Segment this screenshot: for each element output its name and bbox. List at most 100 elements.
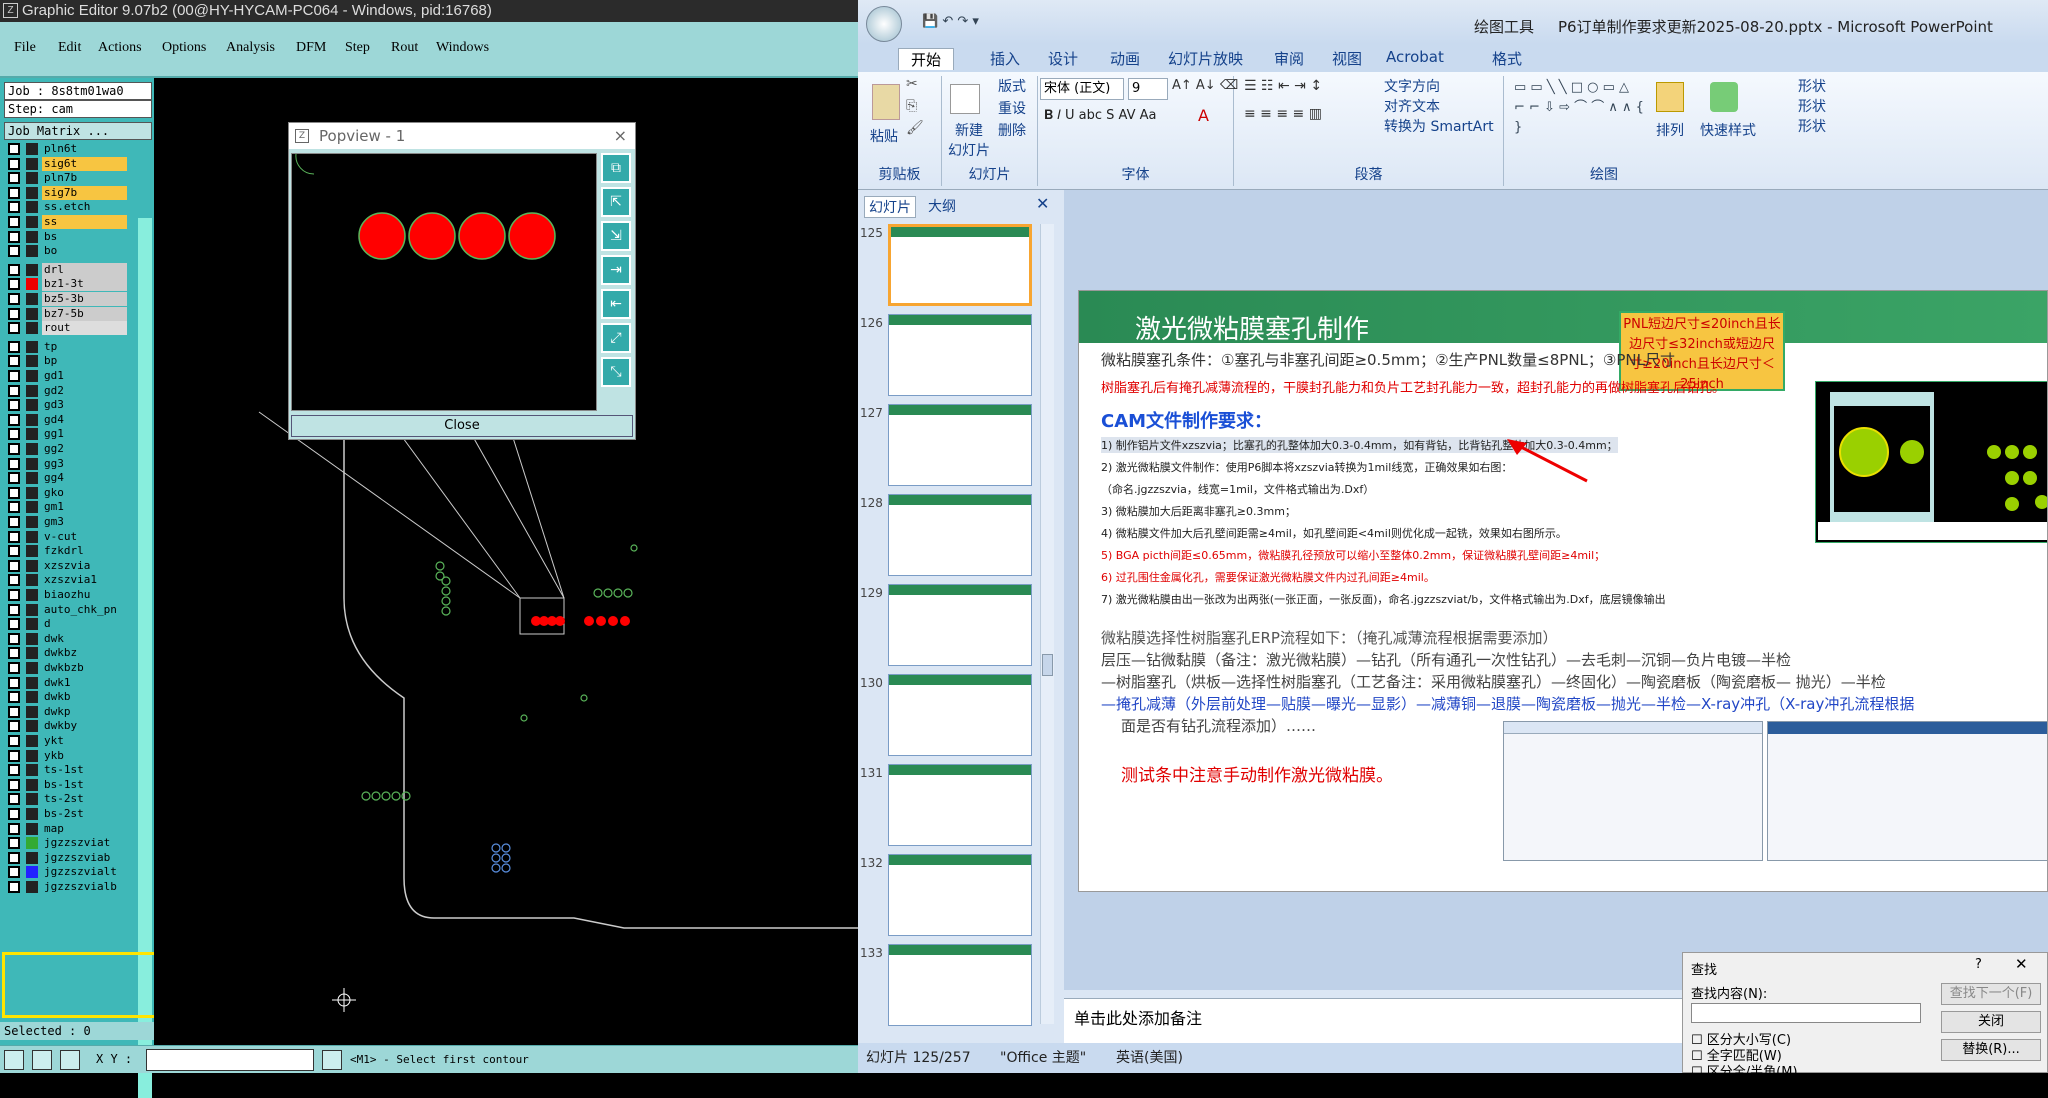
layer-row-ss[interactable]: ss bbox=[4, 215, 127, 229]
layer-label[interactable]: ss.etch bbox=[42, 200, 127, 215]
layer-color-swatch[interactable] bbox=[26, 322, 38, 335]
layer-label[interactable]: gg2 bbox=[42, 442, 127, 456]
layer-label[interactable]: dwkbz bbox=[42, 646, 127, 661]
layer-label[interactable]: gg1 bbox=[42, 427, 127, 442]
layer-color-swatch[interactable] bbox=[26, 384, 38, 397]
shape-outline-button[interactable]: 形状 bbox=[1798, 96, 1826, 116]
layer-checkbox[interactable] bbox=[8, 589, 20, 601]
layer-label[interactable]: ykb bbox=[42, 748, 127, 763]
panel-scrollbar[interactable] bbox=[1040, 224, 1054, 1024]
layer-checkbox[interactable] bbox=[8, 516, 20, 528]
layer-checkbox[interactable] bbox=[8, 793, 20, 806]
layer-row-auto_chk_pn[interactable]: auto_chk_pn bbox=[4, 602, 127, 617]
layer-row-ts-2st[interactable]: ts-2st bbox=[4, 792, 127, 807]
layer-label[interactable]: bo bbox=[42, 244, 127, 259]
popview-tool-5-icon[interactable]: ⇤ bbox=[601, 289, 631, 319]
layer-label[interactable]: jgzzszviat bbox=[42, 836, 127, 851]
layer-row-tp[interactable]: tp bbox=[4, 339, 127, 354]
layer-color-swatch[interactable] bbox=[26, 662, 38, 674]
layer-label[interactable]: dwkby bbox=[42, 719, 127, 734]
slide-thumbnail[interactable] bbox=[888, 674, 1032, 756]
layer-label[interactable]: gko bbox=[42, 485, 127, 500]
layer-label[interactable]: gd2 bbox=[42, 383, 127, 398]
layer-row-xzszvia[interactable]: xzszvia bbox=[4, 558, 127, 573]
layer-row-gko[interactable]: gko bbox=[4, 485, 127, 500]
layer-row-bz1-3t[interactable]: bz1-3t bbox=[4, 277, 127, 292]
tab-slideshow[interactable]: 幻灯片放映 bbox=[1168, 48, 1243, 69]
layer-color-swatch[interactable] bbox=[26, 530, 38, 543]
layer-checkbox[interactable] bbox=[8, 808, 20, 820]
layer-row-gd1[interactable]: gd1 bbox=[4, 369, 127, 383]
job-matrix-button[interactable]: Job Matrix ... bbox=[4, 122, 152, 140]
layer-checkbox[interactable] bbox=[8, 603, 20, 616]
layer-checkbox[interactable] bbox=[8, 384, 20, 397]
new-slide-icon[interactable] bbox=[950, 84, 980, 114]
layer-label[interactable]: dwkp bbox=[42, 704, 127, 719]
menu-step[interactable]: Step bbox=[345, 40, 370, 56]
find-content-input[interactable] bbox=[1691, 1003, 1921, 1023]
popview-canvas[interactable] bbox=[291, 153, 597, 411]
tool-select-icon[interactable] bbox=[4, 1050, 24, 1070]
align-text-button[interactable]: 对齐文本 bbox=[1384, 96, 1440, 116]
layer-row-bs[interactable]: bs bbox=[4, 229, 127, 244]
layer-label[interactable]: rout bbox=[42, 321, 127, 336]
layer-checkbox[interactable] bbox=[8, 307, 20, 320]
layer-color-swatch[interactable] bbox=[26, 837, 38, 850]
layer-label[interactable]: dwkbzb bbox=[42, 661, 127, 675]
layer-row-drl[interactable]: drl bbox=[4, 262, 127, 277]
layer-checkbox[interactable] bbox=[8, 186, 20, 199]
layer-row-gm3[interactable]: gm3 bbox=[4, 515, 127, 529]
help-icon[interactable]: ? bbox=[1975, 957, 1982, 972]
layer-checkbox[interactable] bbox=[8, 340, 20, 353]
layer-row-fzkdrl[interactable]: fzkdrl bbox=[4, 544, 127, 559]
smartart-button[interactable]: 转换为 SmartArt bbox=[1384, 116, 1494, 136]
layer-checkbox[interactable] bbox=[8, 618, 20, 631]
layer-color-swatch[interactable] bbox=[26, 574, 38, 587]
layer-checkbox[interactable] bbox=[8, 428, 20, 441]
shape-effects-button[interactable]: 形状 bbox=[1798, 116, 1826, 136]
layer-checkbox[interactable] bbox=[8, 216, 20, 228]
new-slide-button[interactable]: 新建 幻灯片 bbox=[944, 120, 994, 160]
slide-thumbnail[interactable] bbox=[888, 764, 1032, 846]
layer-color-swatch[interactable] bbox=[26, 293, 38, 305]
layout-button[interactable]: 版式 bbox=[998, 76, 1026, 96]
layer-row-sig7b[interactable]: sig7b bbox=[4, 185, 127, 200]
layer-checkbox[interactable] bbox=[8, 278, 20, 291]
layer-row-gm1[interactable]: gm1 bbox=[4, 500, 127, 515]
layer-label[interactable]: gg4 bbox=[42, 471, 127, 486]
layer-color-swatch[interactable] bbox=[26, 230, 38, 243]
slide-thumbnail[interactable] bbox=[888, 404, 1032, 486]
cursor-icon[interactable] bbox=[322, 1050, 342, 1070]
layer-checkbox[interactable] bbox=[8, 662, 20, 674]
layer-row-dwkbz[interactable]: dwkbz bbox=[4, 646, 127, 661]
layer-row-bz7-5b[interactable]: bz7-5b bbox=[4, 306, 127, 321]
quick-styles-icon[interactable] bbox=[1710, 82, 1738, 112]
layer-color-swatch[interactable] bbox=[26, 735, 38, 747]
layer-row-rout[interactable]: rout bbox=[4, 321, 127, 336]
layer-checkbox[interactable] bbox=[8, 632, 20, 645]
layer-label[interactable]: tp bbox=[42, 339, 127, 354]
slide-125[interactable]: 激光微粘膜塞孔制作 PNL短边尺寸≤20inch且长边尺寸≤32inch或短边尺… bbox=[1078, 290, 2048, 892]
layer-row-gg4[interactable]: gg4 bbox=[4, 471, 127, 486]
font-name-select[interactable]: 宋体 (正文) bbox=[1040, 78, 1124, 100]
shapes-gallery[interactable]: ▭ ▭ ╲ ╲ □ ○ ▭ △ ⌐ ⌐ ⇩ ⇨ ⌒ ⌒ ∧ ∧ { } bbox=[1514, 78, 1644, 138]
layer-color-swatch[interactable] bbox=[26, 881, 38, 893]
font-size-select[interactable]: 9 bbox=[1128, 78, 1168, 100]
layer-row-gg1[interactable]: gg1 bbox=[4, 427, 127, 442]
menu-analysis[interactable]: Analysis bbox=[226, 40, 275, 56]
layer-color-swatch[interactable] bbox=[26, 307, 38, 320]
delete-button[interactable]: 删除 bbox=[998, 120, 1026, 140]
layer-label[interactable]: bz5-3b bbox=[42, 292, 127, 306]
tab-animation[interactable]: 动画 bbox=[1110, 48, 1140, 69]
layer-row-gd3[interactable]: gd3 bbox=[4, 398, 127, 413]
layer-checkbox[interactable] bbox=[8, 749, 20, 762]
layer-checkbox[interactable] bbox=[8, 413, 20, 426]
layer-label[interactable]: pln6t bbox=[42, 142, 127, 156]
layer-color-swatch[interactable] bbox=[26, 443, 38, 455]
tab-acrobat[interactable]: Acrobat bbox=[1386, 48, 1444, 66]
layer-label[interactable]: sig6t bbox=[42, 156, 127, 171]
layer-color-swatch[interactable] bbox=[26, 749, 38, 762]
layer-row-dwk1[interactable]: dwk1 bbox=[4, 675, 127, 690]
replace-button[interactable]: 替换(R)... bbox=[1941, 1039, 2041, 1061]
layer-label[interactable]: biaozhu bbox=[42, 588, 127, 602]
